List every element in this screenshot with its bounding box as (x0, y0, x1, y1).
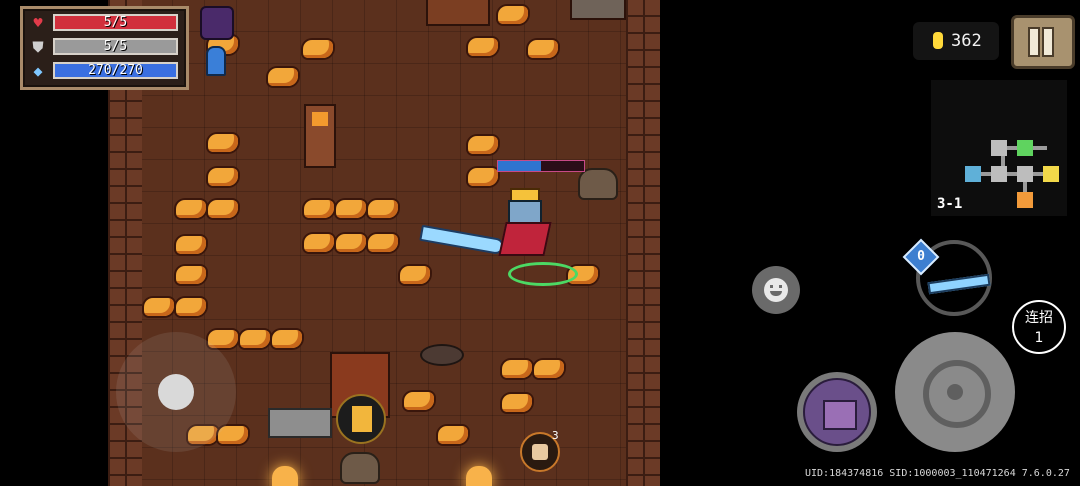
character-skill-icon (803, 378, 871, 446)
loot-sack[interactable] (340, 452, 380, 484)
energy-bar: 270/270 (53, 62, 178, 79)
lava-tile (176, 236, 206, 254)
heart-icon: ♥ (33, 14, 43, 32)
level-label: 3-1 (937, 196, 963, 212)
player-stats-panel: ♥ 5/5 ⛊ 5/5 ◆ 270/270 (20, 6, 189, 90)
energy-value: 270/270 (88, 63, 143, 78)
pause-button[interactable] (1011, 15, 1075, 69)
demon-buff-icon (200, 6, 234, 40)
pause-icon (1028, 27, 1054, 57)
lava-tile (268, 68, 298, 86)
lava-tile (368, 234, 398, 252)
lava-tile (176, 266, 206, 284)
minimap-room (991, 140, 1007, 156)
skill-button[interactable] (797, 372, 877, 452)
armor-value: 5/5 (103, 39, 128, 54)
minimap-room (991, 166, 1007, 182)
lava-tile (304, 200, 334, 218)
stone-pillar (304, 104, 336, 168)
gold-coin-icon (933, 32, 943, 49)
emote-button[interactable] (752, 266, 800, 314)
loot-sack[interactable] (578, 168, 618, 200)
lava-tile (336, 200, 366, 218)
lava-tile (534, 360, 564, 378)
armor-buff-icon (336, 394, 386, 444)
lava-tile (144, 298, 174, 316)
lava-tile (176, 298, 206, 316)
minimap[interactable]: 3-1 (931, 80, 1067, 216)
lava-tile (208, 168, 238, 186)
energy-gem-icon: ◆ (33, 62, 43, 80)
attack-button[interactable] (895, 332, 1015, 452)
torch-flame (466, 466, 492, 486)
rock-debris (570, 0, 626, 20)
lava-tile (303, 40, 333, 58)
movement-joystick[interactable] (116, 332, 236, 452)
lava-tile (304, 234, 334, 252)
shrine-statue (426, 0, 490, 26)
torch-flame (272, 466, 298, 486)
anvil[interactable] (268, 408, 332, 438)
minimap-room-special (1043, 166, 1059, 182)
fist-buff-count: 3 (552, 429, 559, 442)
rat-enemy (420, 344, 464, 366)
minimap-room-chest (1017, 192, 1033, 208)
sword-icon (927, 273, 991, 295)
uid-info: UID:184374816 SID:1000003_110471264 7.6.… (805, 468, 1070, 479)
armor-row: ⛊ 5/5 (27, 37, 180, 57)
lava-tile (336, 234, 366, 252)
health-value: 5/5 (103, 15, 128, 30)
combo-button[interactable]: 连招 1 (1012, 300, 1066, 354)
lava-tile (176, 200, 206, 218)
lava-tile (468, 168, 498, 186)
lava-tile (404, 392, 434, 410)
energy-row: ◆ 270/270 (27, 61, 180, 81)
coin-value: 362 (951, 31, 982, 51)
lava-tile (368, 200, 398, 218)
health-bar: 5/5 (53, 14, 178, 31)
crystal-buff-icon (206, 46, 226, 76)
lava-tile (468, 136, 498, 154)
joystick-knob[interactable] (158, 374, 194, 410)
combo-label: 连招 (1025, 310, 1053, 326)
player-overhead-bar (497, 160, 585, 172)
shield-icon: ⛊ (32, 38, 44, 56)
minimap-room-current (1017, 140, 1033, 156)
minimap-room-portal (965, 166, 981, 182)
health-row: ♥ 5/5 (27, 13, 180, 33)
lava-tile (208, 134, 238, 152)
lava-tile (400, 266, 430, 284)
player-selection-ring (508, 262, 578, 286)
lava-tile (468, 38, 498, 56)
lava-tile (502, 360, 532, 378)
lava-tile (498, 6, 528, 24)
minimap-room (1017, 166, 1033, 182)
lava-tile (528, 40, 558, 58)
lava-tile (438, 426, 468, 444)
combo-count: 1 (1034, 330, 1044, 346)
smiley-icon (764, 278, 788, 302)
coin-counter: 362 (913, 22, 999, 60)
lava-tile (208, 200, 238, 218)
dungeon-wall-right (626, 0, 660, 486)
lava-tile (272, 330, 302, 348)
armor-bar: 5/5 (53, 38, 178, 55)
lava-tile (240, 330, 270, 348)
player-knight (498, 188, 552, 258)
lava-tile (502, 394, 532, 412)
